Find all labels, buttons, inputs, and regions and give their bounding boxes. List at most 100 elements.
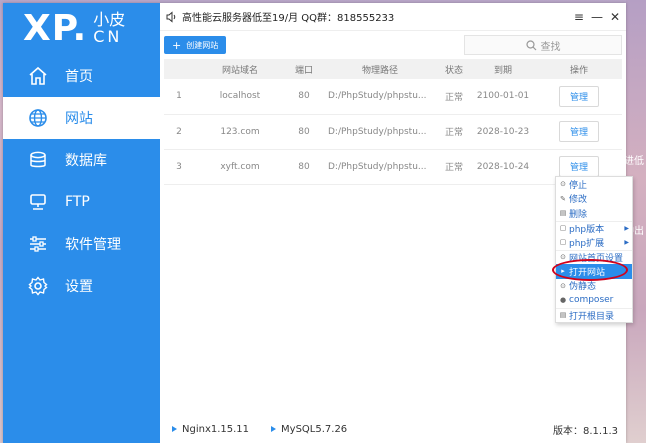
search-placeholder: 查找 [540,41,561,53]
mysql-label: MySQL5.7.26 [281,423,348,435]
menu-item-label: 伪静态 [569,282,597,293]
watermark: CSDN @陌上*^_^* [472,419,594,434]
search-icon [525,39,536,50]
submenu-arrow-icon: ▶ [624,238,629,246]
row-number: 3 [164,149,194,185]
site-status: 正常 [438,149,470,185]
column-header-status: 状态 [438,59,470,79]
manage-button[interactable]: 管理 [558,156,599,177]
site-path: D:/PhpStudy/phpstu... [322,79,438,115]
site-expire: 2028-10-23 [470,114,536,150]
close-button[interactable]: ✕ [610,10,620,24]
sidebar-item-label: 网站 [65,111,93,127]
menu-item-composer[interactable]: ● composer [556,293,632,308]
menu-item-php-extension[interactable]: ▢ php扩展 ▶ [556,235,632,250]
desktop-label: 进低 [624,156,644,167]
titlebar: 高性能云服务器低至19/月 QQ群：818555233 ≡ — ✕ [160,3,626,31]
column-header-action: 操作 [536,59,622,79]
phpstudy-window: XP. 小皮 CN 首页 网站 数据库 FTP 软件管理 设置 高性能云服务器低… [3,3,626,443]
site-port: 80 [286,79,322,115]
globe-icon [27,107,49,129]
edit-icon: ✎ [560,194,566,203]
menu-item-label: php版本 [569,224,605,235]
sidebar-item-label: 首页 [65,69,93,85]
speaker-icon [166,10,176,23]
menu-item-homepage-setting[interactable]: ⊙ 网站首页设置 [556,249,632,265]
sidebar-item-database[interactable]: 数据库 [3,139,160,181]
manage-button[interactable]: 管理 [558,121,599,142]
site-expire: 2100-01-01 [470,79,536,115]
menu-item-label: 打开根目录 [569,311,615,322]
play-icon [172,426,177,432]
search-input[interactable]: 查找 [464,35,622,55]
site-path: D:/PhpStudy/phpstu... [322,149,438,185]
nginx-status[interactable]: Nginx1.15.11 [172,424,249,435]
column-header-port: 端口 [286,59,322,79]
site-port: 80 [286,149,322,185]
menu-item-label: 停止 [569,180,588,191]
minimize-button[interactable]: — [591,10,603,24]
column-header-expire: 到期 [470,59,536,79]
sidebar-item-label: FTP [65,194,90,210]
sidebar-item-label: 设置 [65,279,93,295]
sidebar-item-software[interactable]: 软件管理 [3,223,160,265]
menu-item-edit[interactable]: ✎ 修改 [556,192,632,207]
create-website-button[interactable]: + 创建网站 [164,36,227,54]
table-row: 2 123.com 80 D:/PhpStudy/phpstu... 正常 20… [164,114,622,150]
home-icon [27,65,49,87]
menu-item-rewrite[interactable]: ⊙ 伪静态 [556,279,632,294]
folder-icon: ▤ [559,311,567,320]
plus-icon: + [172,38,182,52]
notice-text: 高性能云服务器低至19/月 QQ群：818555233 [182,13,395,24]
menu-item-label: composer [569,295,614,306]
sidebar-item-home[interactable]: 首页 [3,55,160,97]
table-header: 网站域名 端口 物理路径 状态 到期 操作 [164,59,622,79]
sidebar-item-website[interactable]: 网站 [3,97,160,139]
sidebar-item-ftp[interactable]: FTP [3,181,160,223]
column-header-no [164,59,194,79]
php-icon: ▢ [559,224,567,233]
rewrite-icon: ⊙ [560,281,566,290]
stop-icon: ⊙ [560,180,566,189]
site-path: D:/PhpStudy/phpstu... [322,114,438,150]
menu-item-delete[interactable]: ▤ 删除 [556,206,632,221]
open-site-icon: ▸ [561,267,565,276]
sidebar-item-settings[interactable]: 设置 [3,265,160,307]
row-number: 1 [164,79,194,115]
sidebar: XP. 小皮 CN 首页 网站 数据库 FTP 软件管理 设置 [3,3,160,443]
column-header-path: 物理路径 [322,59,438,79]
menu-item-open-root[interactable]: ▤ 打开根目录 [556,307,632,323]
menu-item-label: php扩展 [569,238,605,249]
menu-item-label: 打开网站 [569,267,606,278]
site-domain: 123.com [194,114,286,150]
site-port: 80 [286,114,322,150]
menu-button[interactable]: ≡ [574,10,584,24]
mysql-status[interactable]: MySQL5.7.26 [271,424,347,435]
composer-icon: ● [559,296,567,305]
sidebar-item-label: 软件管理 [65,237,121,253]
logo-cn-bot: CN [93,27,123,46]
create-website-label: 创建网站 [186,40,219,50]
play-icon [271,426,277,432]
site-status: 正常 [438,79,470,115]
table-row: 1 localhost 80 D:/PhpStudy/phpstu... 正常 … [164,79,622,115]
nginx-label: Nginx1.15.11 [182,423,250,435]
site-status: 正常 [438,114,470,150]
gear-icon [27,275,49,297]
site-domain: xyft.com [194,149,286,185]
monitor-icon [27,191,49,213]
menu-item-label: 网站首页设置 [569,253,624,264]
extension-icon: ▢ [559,238,567,247]
logo-xp: XP. [23,8,88,49]
menu-item-label: 删除 [569,209,588,220]
site-expire: 2028-10-24 [470,149,536,185]
manage-button[interactable]: 管理 [558,85,599,107]
menu-item-stop[interactable]: ⊙ 停止 [556,177,632,192]
trash-icon: ▤ [559,209,567,218]
context-menu: ⊙ 停止 ✎ 修改 ▤ 删除 ▢ php版本 ▶ ▢ php扩展 ▶ ⊙ 网站首… [555,176,633,323]
menu-item-open-site[interactable]: ▸ 打开网站 [556,264,632,279]
row-number: 2 [164,114,194,150]
menu-item-php-version[interactable]: ▢ php版本 ▶ [556,220,632,236]
table-row: 3 xyft.com 80 D:/PhpStudy/phpstu... 正常 2… [164,149,622,185]
home-setting-icon: ⊙ [560,253,566,262]
